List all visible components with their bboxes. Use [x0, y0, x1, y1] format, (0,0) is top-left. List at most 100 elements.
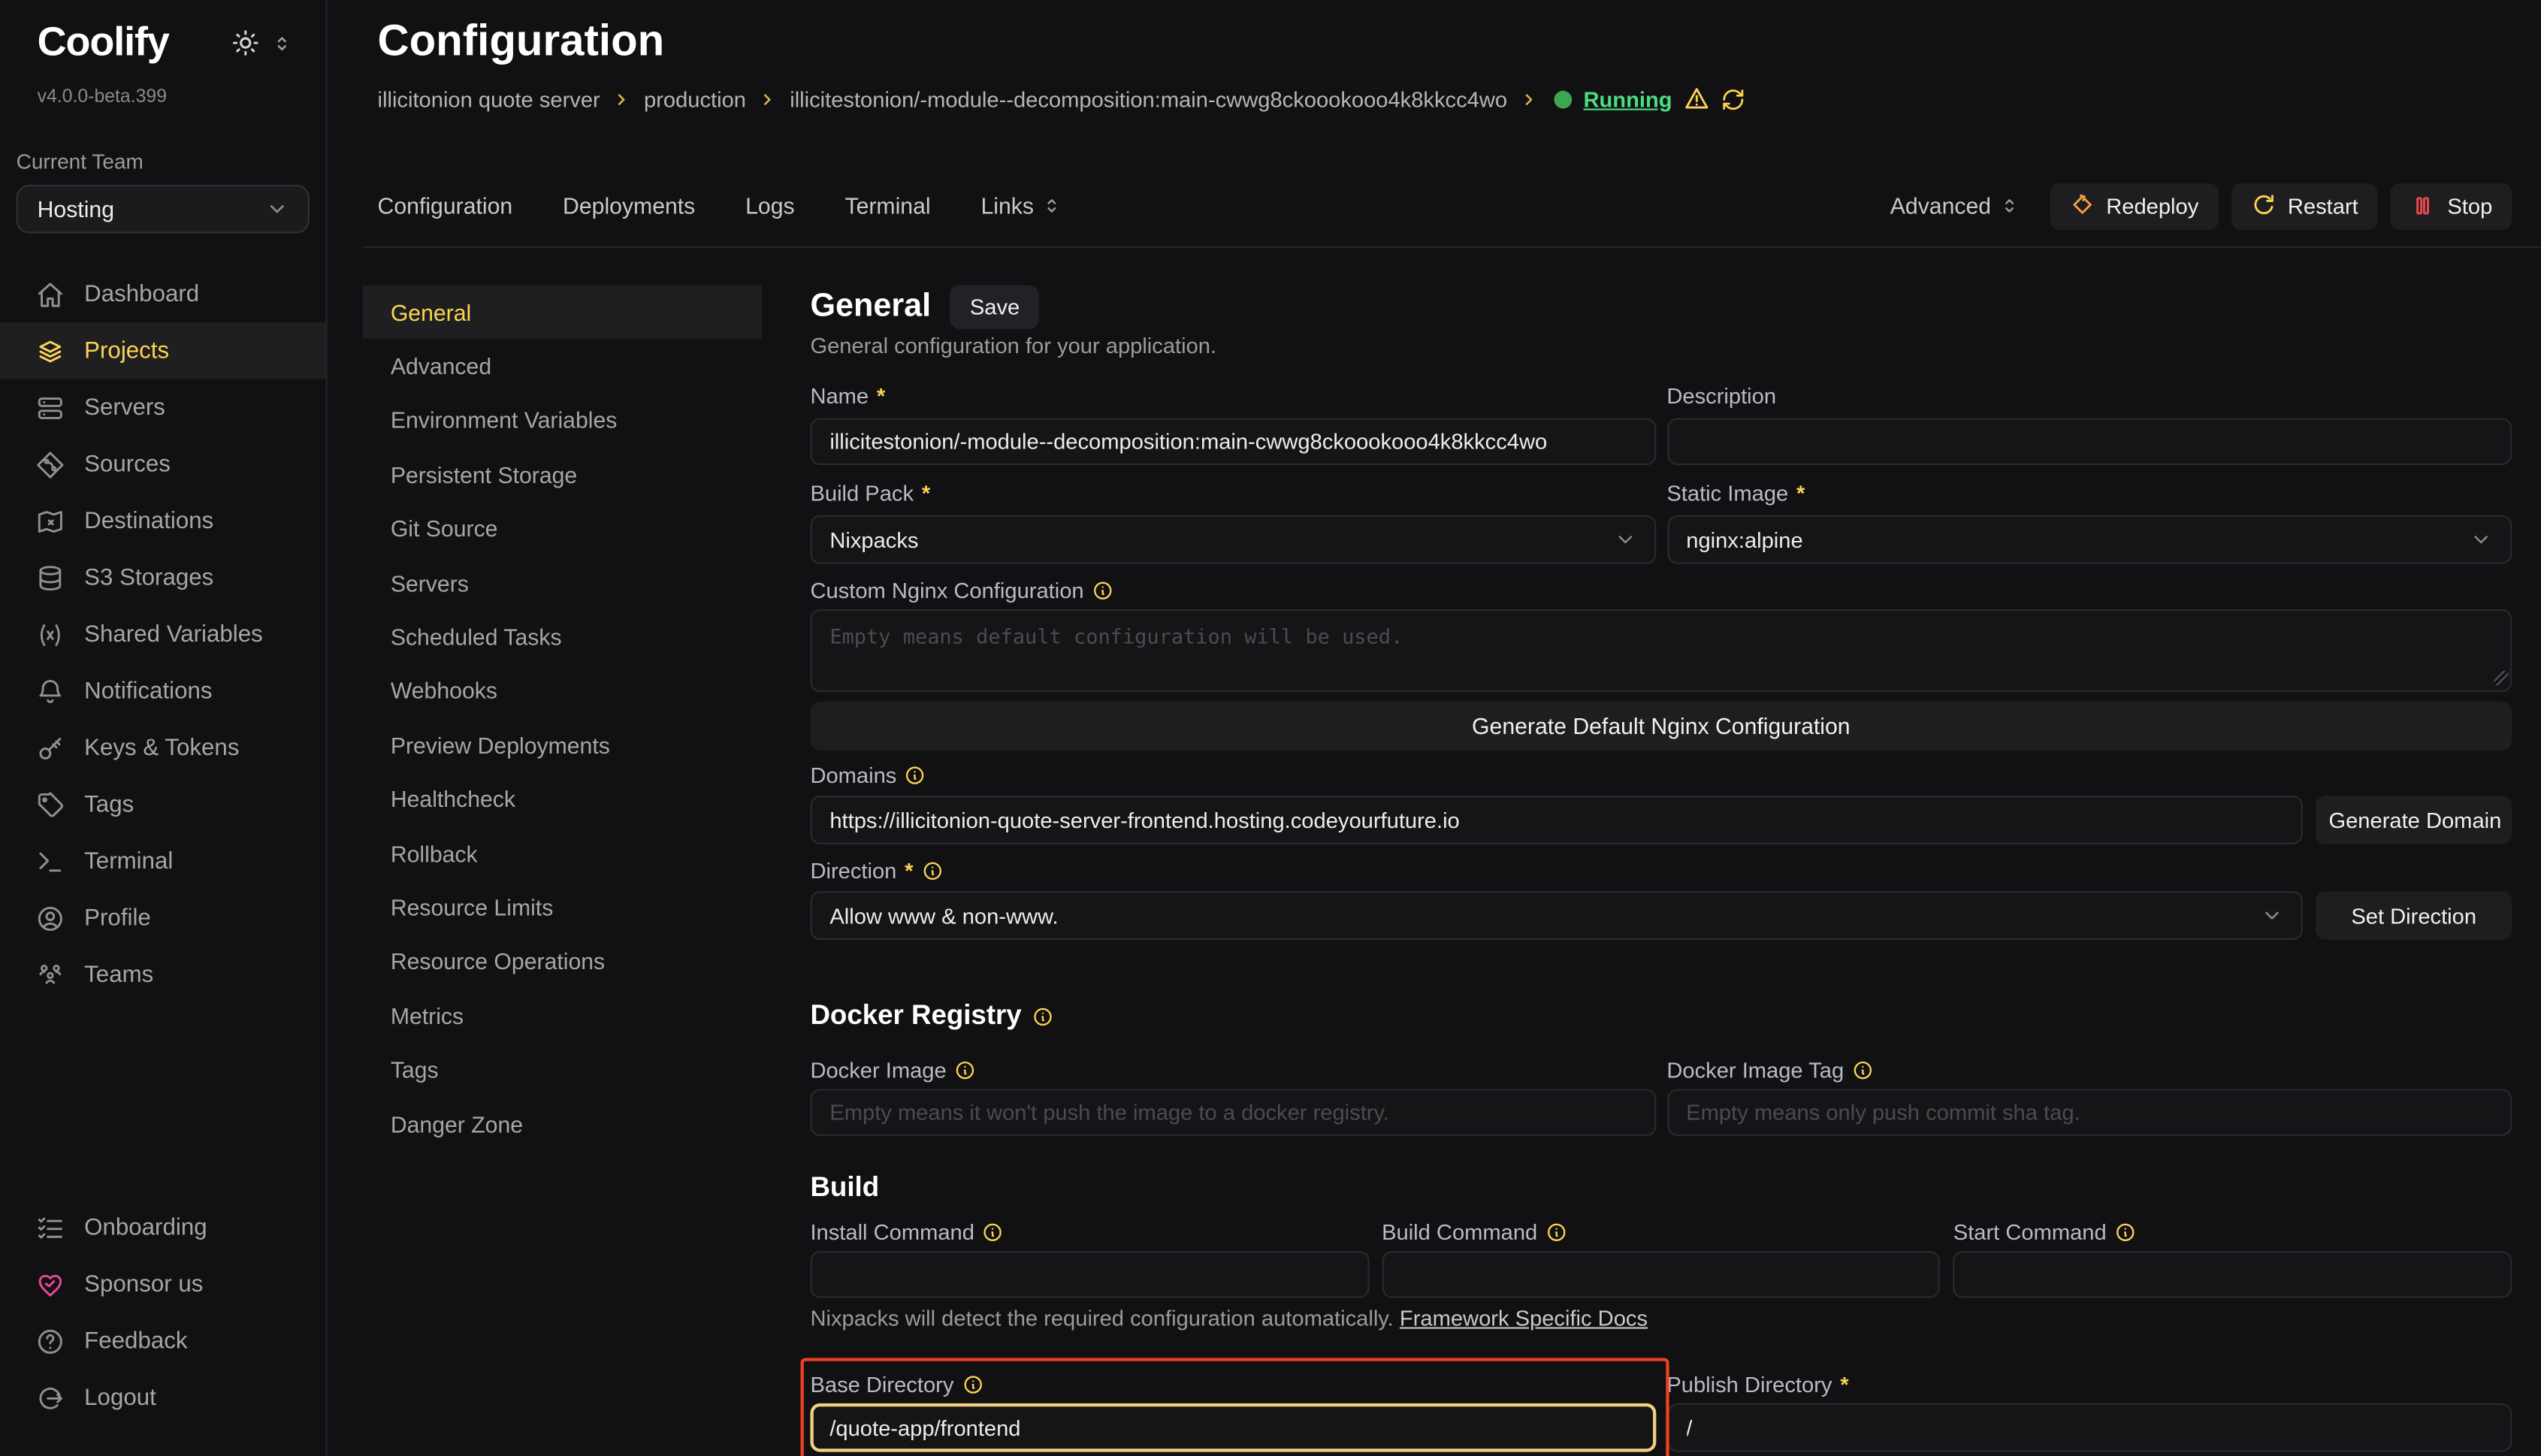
info-icon[interactable]	[1545, 1222, 1567, 1243]
start-command-input[interactable]	[1953, 1251, 2512, 1298]
info-icon[interactable]	[1092, 580, 1113, 601]
name-description-labels: Name * Description	[810, 384, 2512, 408]
sidebar-item-destinations[interactable]: Destinations	[0, 493, 326, 549]
info-icon[interactable]	[1852, 1060, 1873, 1081]
subnav-item-advanced[interactable]: Advanced	[363, 340, 762, 394]
sidebar-item-projects[interactable]: Projects	[0, 322, 326, 379]
sidebar-item-feedback[interactable]: Feedback	[0, 1313, 326, 1369]
tab-configuration[interactable]: Configuration	[378, 193, 513, 219]
subnav-item-rollback[interactable]: Rollback	[363, 826, 762, 881]
sidebar-item-shared-variables[interactable]: Shared Variables	[0, 606, 326, 663]
subnav-item-metrics[interactable]: Metrics	[363, 989, 762, 1043]
sidebar-item-logout[interactable]: Logout	[0, 1370, 326, 1426]
stop-button[interactable]: Stop	[2391, 183, 2512, 230]
direction-select[interactable]: Allow www & non-www.	[810, 891, 2303, 940]
breadcrumb-resource[interactable]: illicitestonion/-module--decomposition:m…	[790, 86, 1507, 110]
direction-row: Allow www & non-www. Set Direction	[810, 891, 2512, 940]
subnav-item-webhooks[interactable]: Webhooks	[363, 664, 762, 718]
publish-directory-input[interactable]	[1666, 1403, 2512, 1452]
framework-docs-link[interactable]: Framework Specific Docs	[1400, 1306, 1648, 1330]
subnav-item-persistent-storage[interactable]: Persistent Storage	[363, 448, 762, 502]
info-icon[interactable]	[2114, 1222, 2135, 1243]
set-direction-button[interactable]: Set Direction	[2316, 891, 2512, 940]
static-image-label: Static Image *	[1666, 482, 2512, 506]
redeploy-button-label: Redeploy	[2106, 194, 2198, 218]
sidebar-item-servers[interactable]: Servers	[0, 379, 326, 436]
description-input[interactable]	[1666, 418, 2512, 465]
sidebar-item-terminal[interactable]: Terminal	[0, 833, 326, 890]
theme-toggle-sun-icon[interactable]	[231, 29, 259, 57]
breadcrumb-environment[interactable]: production	[644, 86, 746, 110]
subnav-item-scheduled-tasks[interactable]: Scheduled Tasks	[363, 610, 762, 664]
subnav-item-git-source[interactable]: Git Source	[363, 502, 762, 556]
sidebar-item-onboarding[interactable]: Onboarding	[0, 1199, 326, 1255]
build-pack-select[interactable]: Nixpacks	[810, 515, 1655, 564]
static-image-select[interactable]: nginx:alpine	[1666, 515, 2512, 564]
map-icon	[35, 506, 65, 536]
generate-nginx-config-button[interactable]: Generate Default Nginx Configuration	[810, 702, 2512, 751]
subnav-item-tags[interactable]: Tags	[363, 1043, 762, 1097]
domains-input[interactable]	[810, 796, 2303, 844]
docker-registry-heading: Docker Registry	[810, 1000, 1021, 1032]
sidebar-item-label: Dashboard	[84, 281, 199, 307]
info-icon[interactable]	[905, 765, 926, 786]
sidebar-item-tags[interactable]: Tags	[0, 776, 326, 832]
sidebar-item-label: Destinations	[84, 508, 213, 534]
sidebar-item-teams[interactable]: Teams	[0, 947, 326, 1003]
tab-deployments[interactable]: Deployments	[563, 193, 695, 219]
info-icon[interactable]	[1033, 1005, 1054, 1026]
subnav-item-environment-variables[interactable]: Environment Variables	[363, 394, 762, 448]
sidebar-item-profile[interactable]: Profile	[0, 890, 326, 946]
sidebar-item-dashboard[interactable]: Dashboard	[0, 266, 326, 322]
subnav-item-general[interactable]: General	[363, 285, 762, 340]
build-command-input[interactable]	[1382, 1251, 1940, 1298]
restart-button-label: Restart	[2288, 194, 2358, 218]
warning-triangle-icon[interactable]	[1684, 86, 1710, 112]
subnav-item-servers[interactable]: Servers	[363, 556, 762, 610]
refresh-icon[interactable]	[1721, 86, 1745, 110]
info-icon[interactable]	[962, 1374, 983, 1395]
sidebar-item-label: Profile	[84, 905, 151, 932]
generate-domain-button[interactable]: Generate Domain	[2316, 796, 2512, 844]
team-select[interactable]: Hosting	[17, 185, 310, 234]
tab-terminal[interactable]: Terminal	[844, 193, 930, 219]
sidebar-item-keys-tokens[interactable]: Keys & Tokens	[0, 720, 326, 776]
subnav-item-resource-operations[interactable]: Resource Operations	[363, 935, 762, 989]
buildpack-staticimage-labels: Build Pack * Static Image *	[810, 482, 2512, 506]
sidebar-item-notifications[interactable]: Notifications	[0, 663, 326, 719]
info-icon[interactable]	[983, 1222, 1004, 1243]
save-button[interactable]: Save	[950, 285, 1039, 329]
theme-selector-chevron-icon[interactable]	[272, 34, 292, 53]
bell-icon	[35, 677, 65, 706]
build-pack-label-text: Build Pack	[810, 482, 914, 506]
redeploy-button[interactable]: Redeploy	[2050, 183, 2218, 230]
heart-handshake-icon	[35, 1270, 65, 1299]
tab-logs[interactable]: Logs	[745, 193, 794, 219]
subnav-item-resource-limits[interactable]: Resource Limits	[363, 881, 762, 935]
base-directory-input[interactable]	[810, 1403, 1655, 1452]
info-icon[interactable]	[921, 860, 942, 881]
docker-image-input[interactable]	[810, 1089, 1655, 1136]
breadcrumb-project[interactable]: illicitonion quote server	[378, 86, 600, 110]
sidebar-item-sources[interactable]: Sources	[0, 436, 326, 492]
required-marker: *	[905, 859, 913, 883]
subnav-item-preview-deployments[interactable]: Preview Deployments	[363, 718, 762, 772]
docker-image-tag-input[interactable]	[1666, 1089, 2512, 1136]
name-input[interactable]	[810, 418, 1655, 465]
status-running-link[interactable]: Running	[1583, 86, 1672, 110]
subnav-item-danger-zone[interactable]: Danger Zone	[363, 1097, 762, 1151]
subnav-item-healthcheck[interactable]: Healthcheck	[363, 772, 762, 826]
home-icon	[35, 279, 65, 309]
info-icon[interactable]	[955, 1060, 976, 1081]
build-command-label-text: Build Command	[1382, 1220, 1537, 1244]
restart-button[interactable]: Restart	[2231, 183, 2377, 230]
sidebar-item-sponsor-us[interactable]: Sponsor us	[0, 1256, 326, 1313]
advanced-dropdown[interactable]: Advanced	[1890, 193, 2019, 219]
sidebar: Coolify v4.0.0-beta.399 Current Team Hos…	[0, 0, 328, 1456]
install-command-input[interactable]	[810, 1251, 1368, 1298]
tab-links[interactable]: Links	[980, 193, 1061, 219]
required-marker: *	[1840, 1373, 1848, 1397]
sidebar-item-s3-storages[interactable]: S3 Storages	[0, 549, 326, 606]
help-circle-icon	[35, 1326, 65, 1355]
nginx-config-textarea[interactable]	[810, 609, 2512, 692]
